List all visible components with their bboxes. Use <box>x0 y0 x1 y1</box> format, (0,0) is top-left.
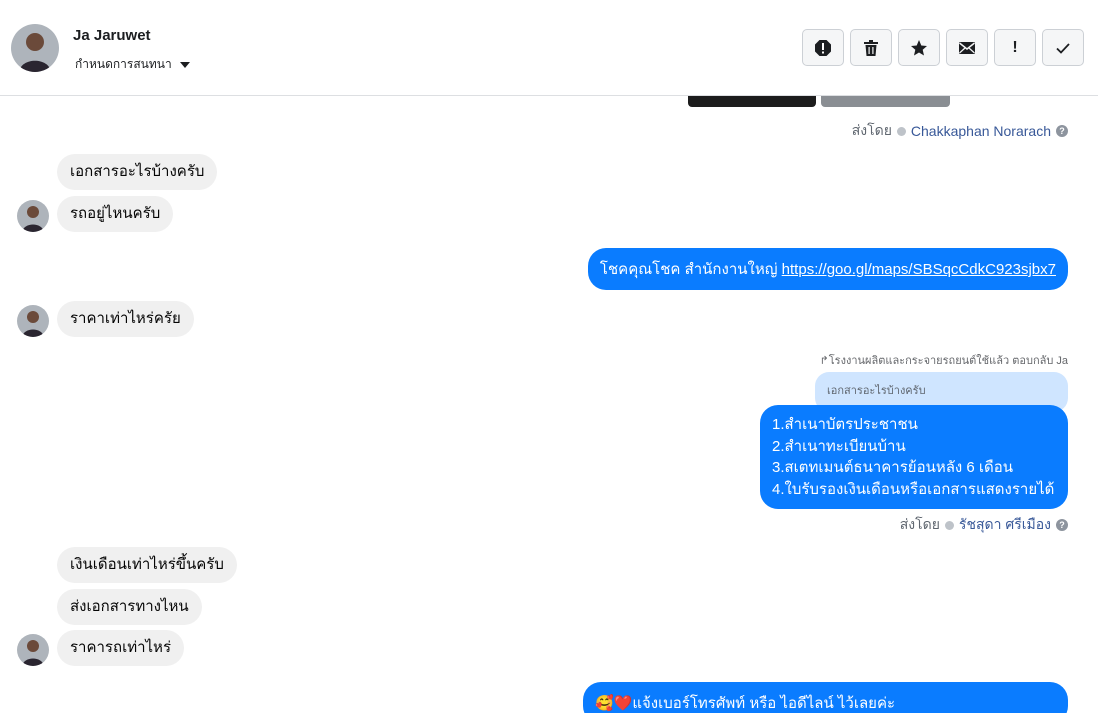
received-message[interactable]: ส่งเอกสารทางไหน <box>57 589 202 625</box>
message-thread[interactable]: ส่งโดย Chakkaphan Norarach ? เอกสารอะไรบ… <box>0 96 1098 713</box>
exclamation-icon: ! <box>1012 38 1018 56</box>
help-icon[interactable]: ? <box>1056 125 1068 137</box>
list-line: 3.สเตทเมนต์ธนาคารย้อนหลัง 6 เดือน <box>772 459 1014 476</box>
sent-by-label: ส่งโดย รัชสุดา ศรีเมือง ? <box>900 514 1068 536</box>
mark-spam-button[interactable] <box>802 29 844 66</box>
received-message[interactable]: ราคารถเท่าไหร่ <box>57 630 185 666</box>
page-mini-icon <box>896 126 906 136</box>
conversation-header: Ja Jaruwet กำหนดการสนทนา ! <box>0 0 1098 96</box>
sender-name[interactable]: Chakkaphan Norarach <box>911 123 1051 139</box>
sent-by-label: ส่งโดย Chakkaphan Norarach ? <box>852 120 1068 142</box>
trash-icon <box>864 39 878 56</box>
help-icon[interactable]: ? <box>1056 519 1068 531</box>
contact-avatar <box>17 634 49 666</box>
sent-message[interactable]: โชคคุณโชค สำนักงานใหญ่ https://goo.gl/ma… <box>587 248 1068 290</box>
list-line: 1.สำเนาบัตรประชาชน <box>772 416 918 433</box>
shared-photo[interactable] <box>821 96 950 107</box>
list-line: 2.สำเนาทะเบียนบ้าน <box>772 437 906 455</box>
caret-down-icon <box>179 61 190 68</box>
list-line: 4.ใบรับรองเงินเดือนหรือเอกสารแสดงรายได้ <box>772 480 1055 498</box>
sent-message-text: โชคคุณโชค สำนักงานใหญ่ <box>599 261 782 278</box>
sent-message[interactable]: 🥰❤️แจ้งเบอร์โทรศัพท์ หรือ ไอดีไลน์ ไว้เล… <box>583 682 1068 713</box>
conversation-label-dropdown[interactable]: กำหนดการสนทนา <box>75 55 190 74</box>
received-message[interactable]: เอกสารอะไรบ้างครับ <box>57 154 218 190</box>
reply-context-label: ↱โรงงานผลิตและกระจายรถยนต์ใช้แล้ว ตอบกลั… <box>819 355 1068 367</box>
envelope-icon <box>959 41 975 54</box>
mark-unread-button[interactable] <box>946 29 988 66</box>
spam-icon <box>815 39 831 56</box>
delete-button[interactable] <box>850 29 892 66</box>
received-message[interactable]: รถอยู่ไหนครับ <box>57 196 174 232</box>
contact-name[interactable]: Ja Jaruwet <box>73 27 151 44</box>
mark-done-button[interactable] <box>1042 29 1084 66</box>
contact-avatar <box>17 305 49 337</box>
sender-name[interactable]: รัชสุดา ศรีเมือง <box>959 514 1051 536</box>
map-link[interactable]: https://goo.gl/maps/SBSqcCdkC923sjbx7 <box>782 261 1056 278</box>
shared-photo[interactable] <box>688 96 816 107</box>
star-button[interactable] <box>898 29 940 66</box>
page-mini-icon <box>944 520 954 530</box>
conversation-label-text: กำหนดการสนทนา <box>75 57 172 71</box>
received-message[interactable]: เงินเดือนเท่าไหร่ขึ้นครับ <box>57 547 237 583</box>
check-icon <box>1056 42 1070 54</box>
sent-by-text: ส่งโดย <box>899 516 940 532</box>
sent-message-document-list[interactable]: 1.สำเนาบัตรประชาชน 2.สำเนาทะเบียนบ้าน 3.… <box>760 405 1068 509</box>
received-message[interactable]: ราคาเท่าไหร่ครัย <box>57 301 194 337</box>
follow-up-button[interactable]: ! <box>994 29 1036 66</box>
contact-avatar[interactable] <box>11 24 59 72</box>
sent-by-text: ส่งโดย <box>851 122 892 138</box>
star-icon <box>911 39 927 55</box>
action-toolbar: ! <box>802 29 1084 66</box>
contact-avatar <box>17 200 49 232</box>
